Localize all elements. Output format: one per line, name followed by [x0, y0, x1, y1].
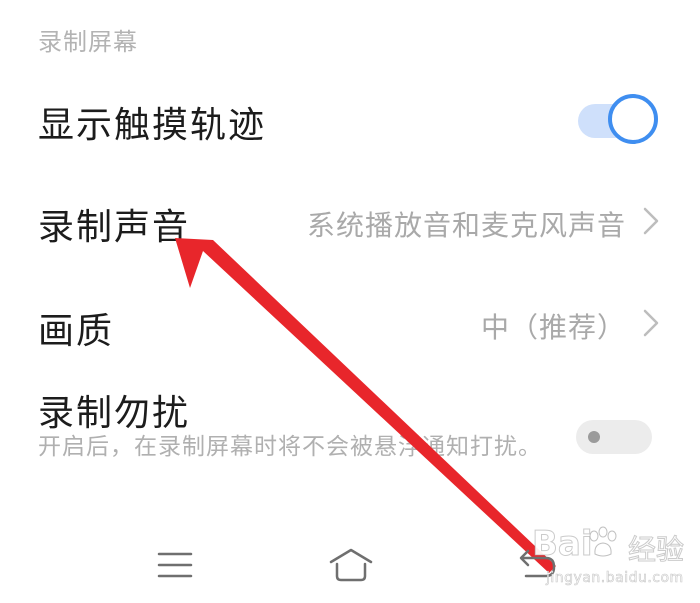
screen-recording-settings: 录制屏幕 显示触摸轨迹 录制声音 系统播放音和麦克风声音 画质 中（推荐） 录制… [0, 0, 700, 603]
setting-title: 画质 [38, 311, 115, 352]
setting-description: 开启后，在录制屏幕时将不会被悬浮通知打扰。 [38, 434, 542, 460]
section-header: 录制屏幕 [38, 28, 138, 56]
setting-value: 系统播放音和麦克风声音 [306, 209, 626, 242]
show-touches-toggle[interactable] [578, 94, 658, 144]
paw-icon [589, 526, 617, 557]
toggle-knob [608, 94, 658, 144]
menu-icon[interactable] [150, 542, 200, 588]
do-not-disturb-toggle[interactable] [576, 420, 652, 454]
watermark-cn-text: 经验 [627, 533, 685, 567]
setting-row-do-not-disturb[interactable]: 录制勿扰 开启后，在录制屏幕时将不会被悬浮通知打扰。 [0, 384, 700, 504]
home-icon[interactable] [326, 542, 376, 588]
setting-row-record-audio[interactable]: 录制声音 系统播放音和麦克风声音 [0, 190, 700, 250]
setting-row-show-touches[interactable]: 显示触摸轨迹 [0, 88, 700, 152]
watermark: Bai 经验 jingyan.baidu.com [532, 518, 696, 600]
setting-title: 录制勿扰 [38, 393, 191, 434]
setting-row-quality[interactable]: 画质 中（推荐） [0, 294, 700, 354]
chevron-right-icon [643, 309, 659, 337]
toggle-knob [588, 431, 600, 443]
setting-title: 显示触摸轨迹 [38, 105, 267, 146]
chevron-right-icon [643, 207, 659, 235]
setting-value: 中（推荐） [480, 311, 626, 344]
watermark-url: jingyan.baidu.com [546, 570, 684, 587]
setting-title: 录制声音 [38, 207, 191, 248]
watermark-logo-text: Bai [532, 524, 594, 565]
